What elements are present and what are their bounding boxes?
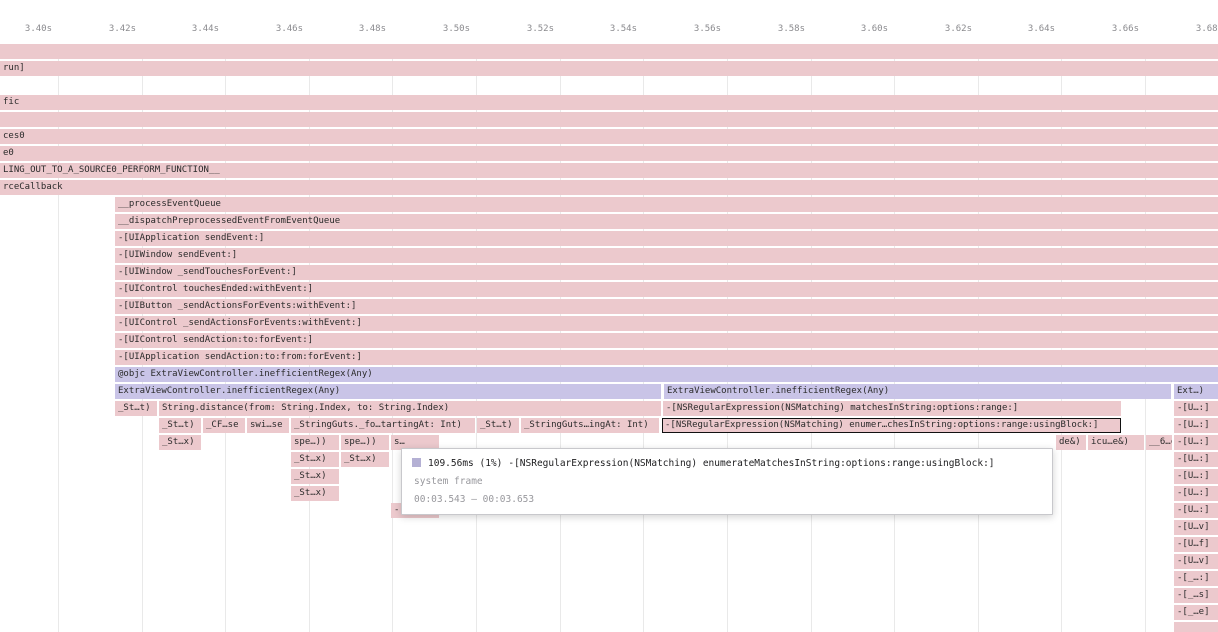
tooltip-frame-kind: system frame bbox=[412, 474, 1042, 489]
time-label: 3.60s bbox=[848, 24, 888, 34]
flame-bar[interactable] bbox=[1174, 622, 1218, 632]
flame-bar[interactable]: -[U…:] bbox=[1174, 418, 1218, 433]
flame-bar[interactable]: icu…e&) bbox=[1088, 435, 1144, 450]
flame-bar[interactable]: -[U…:] bbox=[1174, 503, 1218, 518]
flame-bar[interactable]: ExtraViewController.inefficientRegex(Any… bbox=[115, 384, 661, 399]
flame-bar[interactable]: __dispatchPreprocessedEventFromEventQueu… bbox=[115, 214, 1218, 229]
flame-bar[interactable]: Ext…) bbox=[1174, 384, 1218, 399]
flame-bar-selected[interactable]: -[NSRegularExpression(NSMatching) enumer… bbox=[662, 418, 1121, 433]
time-ruler[interactable]: 3.40s 3.42s 3.44s 3.46s 3.48s 3.50s 3.52s 3.54s… bbox=[0, 0, 1218, 44]
flame-bar[interactable]: -[U…:] bbox=[1174, 486, 1218, 501]
time-label: 3.48s bbox=[346, 24, 386, 34]
flame-bar[interactable]: run] bbox=[0, 61, 1218, 76]
flame-bar[interactable]: -[_…e] bbox=[1174, 605, 1218, 620]
flame-bar[interactable]: -[UIControl sendAction:to:forEvent:] bbox=[115, 333, 1218, 348]
flame-bar[interactable]: _St…x) bbox=[291, 486, 339, 501]
flame-bar[interactable]: _St…x) bbox=[159, 435, 201, 450]
flame-bar[interactable]: _St…x) bbox=[291, 452, 339, 467]
flame-bar[interactable]: _St…t) bbox=[159, 418, 201, 433]
time-label: 3.64s bbox=[1015, 24, 1055, 34]
flame-bar[interactable]: -[U…:] bbox=[1174, 401, 1218, 416]
flame-bar[interactable]: LING_OUT_TO_A_SOURCE0_PERFORM_FUNCTION__ bbox=[0, 163, 1218, 178]
tooltip-symbol: -[NSRegularExpression(NSMatching) enumer… bbox=[508, 458, 994, 469]
tooltip-title-line: 109.56ms (1%) -[NSRegularExpression(NSMat… bbox=[412, 456, 1042, 471]
flame-bar[interactable]: _St…x) bbox=[291, 469, 339, 484]
time-label: 3.66s bbox=[1099, 24, 1139, 34]
tooltip-time-range: 00:03.543 — 00:03.653 bbox=[412, 492, 1042, 507]
flame-bar[interactable] bbox=[0, 112, 1218, 127]
flame-bar[interactable]: -[U…f] bbox=[1174, 537, 1218, 552]
flame-graph-view: 3.40s 3.42s 3.44s 3.46s 3.48s 3.50s 3.52s 3.54s… bbox=[0, 0, 1218, 632]
flame-chart: run] fic ces0 e0 LING_OUT_TO_A_SOURCE0_PERFO… bbox=[0, 0, 1218, 632]
flame-bar[interactable]: -[U…v] bbox=[1174, 520, 1218, 535]
time-label: 3.56s bbox=[681, 24, 721, 34]
time-label: 3.62s bbox=[932, 24, 972, 34]
flame-bar[interactable]: __processEventQueue bbox=[115, 197, 1218, 212]
time-label: 3.46s bbox=[263, 24, 303, 34]
flame-bar[interactable]: -[UIControl _sendActionsForEvents:withEv… bbox=[115, 316, 1218, 331]
time-label: 3.40s bbox=[12, 24, 52, 34]
flame-bar[interactable]: -[U…v] bbox=[1174, 554, 1218, 569]
flame-bar[interactable]: -[UIApplication sendEvent:] bbox=[115, 231, 1218, 246]
flame-bar[interactable]: -[_…:] bbox=[1174, 571, 1218, 586]
flame-bar[interactable]: -[_…s] bbox=[1174, 588, 1218, 603]
flame-bar[interactable]: -[UIApplication sendAction:to:from:forEv… bbox=[115, 350, 1218, 365]
tooltip: 109.56ms (1%) -[NSRegularExpression(NSMat… bbox=[401, 448, 1053, 515]
flame-bar[interactable]: swi…se bbox=[247, 418, 289, 433]
flame-bar[interactable]: rceCallback bbox=[0, 180, 1218, 195]
flame-bar[interactable]: spe…)) bbox=[291, 435, 339, 450]
time-label: 3.54s bbox=[597, 24, 637, 34]
flame-bar[interactable]: _StringGuts…ingAt: Int) bbox=[521, 418, 659, 433]
time-label: 3.52s bbox=[514, 24, 554, 34]
flame-bar[interactable]: -[NSRegularExpression(NSMatching) matche… bbox=[663, 401, 1121, 416]
flame-bar[interactable]: _StringGuts._fo…tartingAt: Int) bbox=[291, 418, 475, 433]
time-label: 3.42s bbox=[96, 24, 136, 34]
flame-bar[interactable]: -[U…:] bbox=[1174, 435, 1218, 450]
flame-bar[interactable]: String.distance(from: String.Index, to: … bbox=[159, 401, 661, 416]
flame-bar[interactable]: -[U…:] bbox=[1174, 469, 1218, 484]
flame-bar[interactable]: ces0 bbox=[0, 129, 1218, 144]
flame-bar[interactable]: -[UIWindow sendEvent:] bbox=[115, 248, 1218, 263]
flame-bar[interactable]: -[UIControl touchesEnded:withEvent:] bbox=[115, 282, 1218, 297]
flame-bar[interactable]: e0 bbox=[0, 146, 1218, 161]
time-label: 3.68s bbox=[1183, 24, 1218, 34]
flame-bar[interactable]: -[UIWindow _sendTouchesForEvent:] bbox=[115, 265, 1218, 280]
flame-bar[interactable]: @objc ExtraViewController.inefficientReg… bbox=[115, 367, 1218, 382]
flame-bar[interactable]: -[U…:] bbox=[1174, 452, 1218, 467]
flame-bar[interactable]: __6…ce bbox=[1146, 435, 1172, 450]
time-label: 3.44s bbox=[179, 24, 219, 34]
flame-bar[interactable]: -[UIButton _sendActionsForEvents:withEve… bbox=[115, 299, 1218, 314]
time-label: 3.58s bbox=[765, 24, 805, 34]
flame-bar[interactable]: spe…)) bbox=[341, 435, 389, 450]
flame-bar[interactable]: de&) bbox=[1056, 435, 1086, 450]
tooltip-duration: 109.56ms (1%) bbox=[428, 458, 502, 469]
flame-bar[interactable]: _St…t) bbox=[477, 418, 519, 433]
frame-color-swatch-icon bbox=[412, 458, 421, 467]
flame-bar[interactable]: fic bbox=[0, 95, 1218, 110]
time-label: 3.50s bbox=[430, 24, 470, 34]
flame-bar[interactable]: ExtraViewController.inefficientRegex(Any… bbox=[664, 384, 1171, 399]
flame-bar[interactable]: _St…x) bbox=[341, 452, 389, 467]
flame-bar[interactable]: _St…t) bbox=[115, 401, 157, 416]
flame-bar[interactable]: _CF…se bbox=[203, 418, 245, 433]
flame-bar[interactable] bbox=[0, 44, 1218, 59]
